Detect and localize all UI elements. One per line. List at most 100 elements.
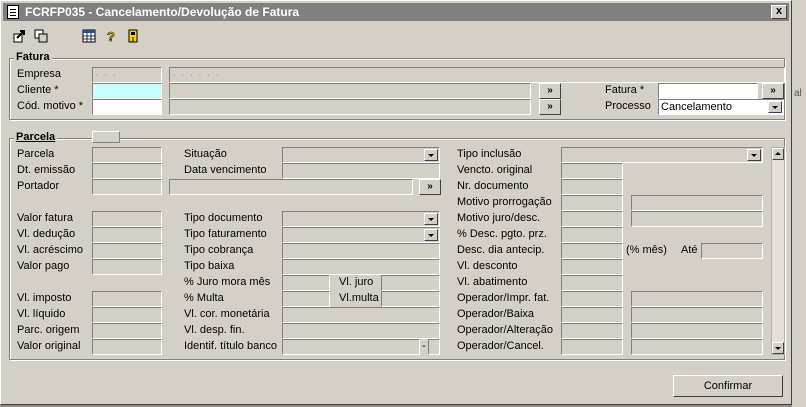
cliente-label: Cliente * <box>17 84 59 96</box>
vencto-original-field <box>561 163 623 179</box>
valor-pago-field <box>92 259 162 275</box>
vl-abatimento-field <box>561 275 623 291</box>
operador-impr-fat-date-field <box>631 291 763 307</box>
vl-desconto-field <box>561 259 623 275</box>
tipo-inclusao-select[interactable] <box>561 147 763 163</box>
copy-icon[interactable] <box>33 29 49 45</box>
chevron-down-icon[interactable] <box>424 213 438 225</box>
motivo-prorrogacao-desc-field <box>631 195 763 211</box>
vl-imposto-field <box>92 291 162 307</box>
operador-cancel-date-field <box>631 339 763 355</box>
nr-documento-label: Nr. documento <box>457 180 529 192</box>
operador-alteracao-label: Operador/Alteração <box>457 324 553 336</box>
ate-label: Até <box>681 244 698 256</box>
confirmar-button[interactable]: Confirmar <box>673 375 783 397</box>
dt-emissao-label: Dt. emissão <box>17 164 76 176</box>
situacao-label: Situação <box>184 148 227 160</box>
cod-motivo-input[interactable] <box>92 99 162 115</box>
portador-name-field <box>169 179 413 195</box>
vl-desp-fin-label: Vl. desp. fin. <box>184 324 245 336</box>
nr-documento-field <box>561 179 623 195</box>
processo-label: Processo <box>605 100 651 112</box>
background-fragment: al <box>794 88 802 99</box>
vl-desconto-label: Vl. desconto <box>457 260 518 272</box>
empresa-name-field: · · · · · · <box>169 67 785 83</box>
motivo-prorrogacao-label: Motivo prorrogação <box>457 196 552 208</box>
vl-cor-monetaria-label: Vl. cor. monetária <box>184 308 270 320</box>
vl-deducao-field <box>92 227 162 243</box>
fatura-legend: Fatura <box>14 51 52 63</box>
portador-label: Portador <box>17 180 60 192</box>
operador-impr-fat-label: Operador/Impr. fat. <box>457 292 550 304</box>
operador-cancel-label: Operador/Cancel. <box>457 340 544 352</box>
vl-cor-monetaria-field <box>282 307 440 323</box>
operador-baixa-date-field <box>631 307 763 323</box>
vl-liquido-field <box>92 307 162 323</box>
tipo-documento-label: Tipo documento <box>184 212 263 224</box>
valor-fatura-field <box>92 211 162 227</box>
close-button[interactable]: x <box>771 5 787 19</box>
operador-impr-fat-code-field <box>561 291 623 307</box>
grid-icon[interactable] <box>81 29 97 45</box>
situacao-select[interactable] <box>282 147 440 163</box>
multa-field <box>282 291 330 307</box>
parcela-legend: Parcela <box>14 131 58 143</box>
chevron-down-icon[interactable] <box>747 149 761 161</box>
processo-select[interactable]: Cancelamento <box>658 99 784 115</box>
motivo-prorrogacao-code-field <box>561 195 623 211</box>
tipo-inclusao-label: Tipo inclusão <box>457 148 522 160</box>
operador-alteracao-date-field <box>631 323 763 339</box>
vl-acrescimo-label: Vl. acréscimo <box>17 244 84 256</box>
parc-origem-field <box>92 323 162 339</box>
motivo-juro-desc-desc-field <box>631 211 763 227</box>
vl-abatimento-label: Vl. abatimento <box>457 276 528 288</box>
vl-desp-fin-field <box>282 323 440 339</box>
vl-multa-label: Vl.multa <box>339 292 379 304</box>
parcela-scrollbar[interactable] <box>771 147 785 355</box>
tipo-documento-select[interactable] <box>282 211 440 227</box>
exit-icon[interactable] <box>11 29 27 45</box>
portador-lookup-button[interactable]: » <box>419 179 441 195</box>
chevron-down-icon[interactable] <box>424 229 438 241</box>
document-icon <box>7 5 19 19</box>
vl-juro-field <box>381 275 440 291</box>
tipo-faturamento-select[interactable] <box>282 227 440 243</box>
valor-pago-label: Valor pago <box>17 260 70 272</box>
parcela-tab-indicator[interactable] <box>92 131 120 143</box>
empresa-code-field: · · · <box>92 67 162 83</box>
identif-titulo-separator: - <box>422 340 426 352</box>
cliente-lookup-button[interactable]: » <box>539 83 561 99</box>
data-vencimento-label: Data vencimento <box>184 164 267 176</box>
data-vencimento-field <box>282 163 440 179</box>
vl-deducao-label: Vl. dedução <box>17 228 76 240</box>
vl-imposto-label: Vl. imposto <box>17 292 72 304</box>
fatura-label: Fatura * <box>605 84 645 96</box>
background-window-strip <box>792 0 806 407</box>
cod-motivo-label: Cód. motivo * <box>17 100 84 112</box>
operador-alteracao-code-field <box>561 323 623 339</box>
window-title: FCRFP035 - Cancelamento/Devolução de Fat… <box>25 5 300 19</box>
processo-value: Cancelamento <box>661 101 732 113</box>
desc-dia-antecip-field <box>561 243 623 259</box>
operador-cancel-code-field <box>561 339 623 355</box>
cod-motivo-lookup-button[interactable]: » <box>539 99 561 115</box>
fatura-lookup-button[interactable]: » <box>762 83 784 99</box>
scroll-down-icon[interactable] <box>772 342 784 354</box>
ate-field <box>701 243 763 259</box>
cliente-code-input[interactable] <box>92 83 162 99</box>
vl-multa-field <box>381 291 440 307</box>
chevron-down-icon[interactable] <box>424 149 438 161</box>
scroll-up-icon[interactable] <box>772 148 784 160</box>
chevron-down-icon[interactable] <box>768 101 782 113</box>
parcela-field <box>92 147 162 163</box>
fatura-input[interactable] <box>658 83 758 99</box>
empresa-label: Empresa <box>17 68 62 80</box>
cod-motivo-desc-field <box>169 99 531 115</box>
help-icon[interactable]: ? <box>103 29 119 45</box>
door-icon[interactable] <box>125 29 141 45</box>
cliente-name-field <box>169 83 531 99</box>
tipo-baixa-label: Tipo baixa <box>184 260 235 272</box>
identif-titulo-digit-field <box>428 339 440 355</box>
valor-fatura-label: Valor fatura <box>17 212 74 224</box>
tipo-baixa-field <box>282 259 440 275</box>
